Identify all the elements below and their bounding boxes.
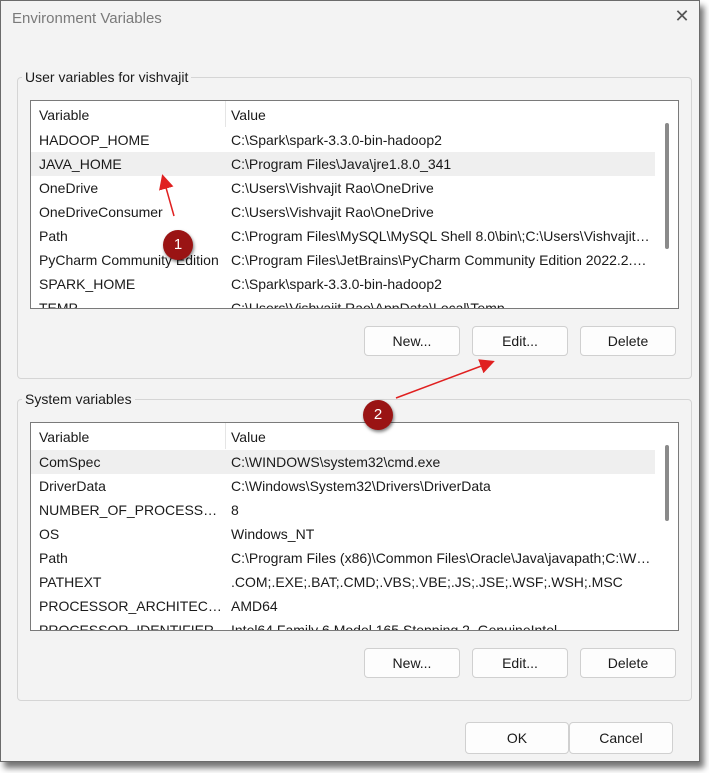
annotation-marker-2: 2: [363, 400, 393, 430]
arrow-to-java-home: [159, 174, 175, 217]
arrow-to-edit-button: [395, 359, 495, 399]
annotation-marker-1: 1: [163, 230, 193, 260]
annotation-arrows: [159, 174, 495, 399]
